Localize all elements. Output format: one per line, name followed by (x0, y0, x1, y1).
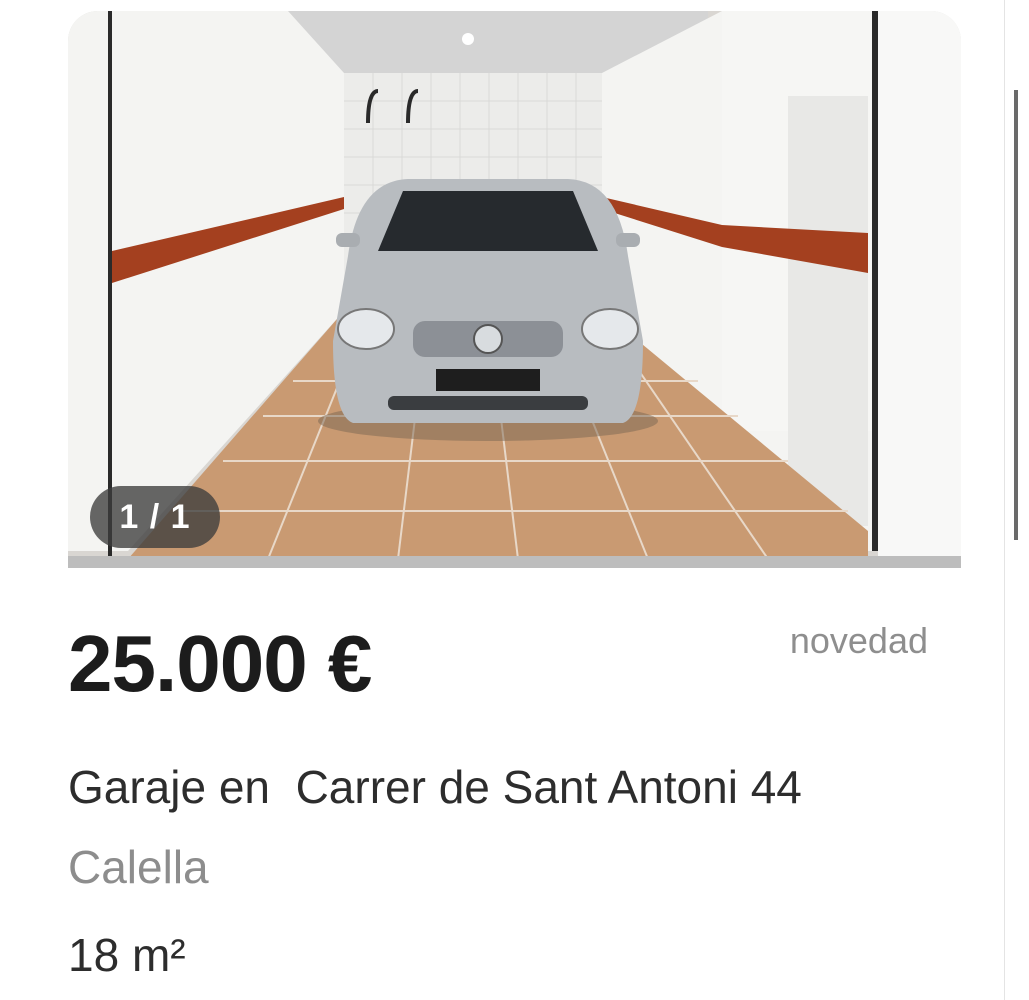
photo-counter-badge: 1 / 1 (90, 486, 220, 548)
listing-photo[interactable]: 1 / 1 (68, 11, 961, 568)
listing-area: 18 m² (68, 929, 186, 981)
price-label: 25.000 € (68, 619, 372, 708)
novelty-badge: novedad (789, 620, 928, 661)
scrollbar-thumb[interactable] (1014, 90, 1018, 540)
scroll-edge (1004, 0, 1029, 1000)
listing-city: Calella (68, 841, 209, 893)
garage-photo-image (68, 11, 961, 568)
listing-title[interactable]: Garaje en Carrer de Sant Antoni 44 (68, 760, 802, 814)
